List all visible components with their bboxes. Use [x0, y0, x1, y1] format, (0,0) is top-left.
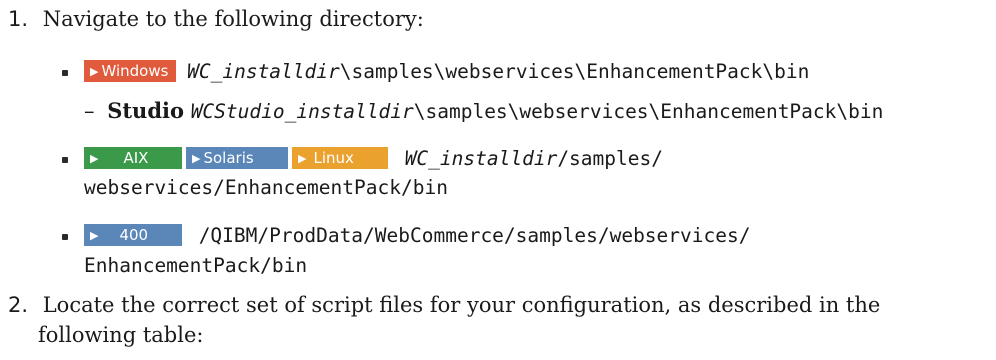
directory-path: /QIBM/ProdData/WebCommerce/samples/webse…: [198, 224, 751, 247]
triangle-right-icon: ▶: [90, 152, 99, 165]
studio-label: Studio: [107, 98, 184, 123]
triangle-right-icon: ▶: [192, 152, 201, 165]
path-rest: /samples/: [557, 147, 663, 170]
directory-path-continued: EnhancementPack/bin: [84, 254, 308, 277]
unix-path-item: ▶ AIX ▶ Solaris ▶ Linux WC_installdir/samples…: [84, 143, 663, 174]
directory-path: WC_installdir/samples/: [405, 147, 663, 170]
windows-platform-tag: ▶ Windows: [84, 60, 177, 82]
path-variable: WC_installdir: [404, 147, 558, 170]
windows-path-item: ▶ Windows WC_installdir\samples\webservic…: [84, 56, 809, 87]
step-text: Locate the correct set of script files f…: [42, 293, 881, 317]
triangle-right-icon: ▶: [90, 65, 99, 78]
step-text: Navigate to the following directory:: [42, 7, 424, 31]
step-1: 1. Navigate to the following directory:: [8, 4, 424, 34]
step-2: 2. Locate the correct set of script file…: [8, 290, 880, 320]
triangle-right-icon: ▶: [90, 229, 99, 242]
path-variable: WCStudio_installdir: [190, 100, 414, 123]
path-rest: \samples\webservices\EnhancementPack\bin: [339, 60, 810, 83]
directory-path: WCStudio_installdir\samples\webservices\…: [191, 100, 884, 123]
solaris-platform-tag: ▶ Solaris: [186, 147, 288, 169]
bullet-icon: [62, 157, 68, 163]
triangle-right-icon: ▶: [298, 152, 307, 165]
step-text-continued: following table:: [38, 323, 204, 347]
aix-platform-tag: ▶ AIX: [84, 147, 182, 169]
path-variable: WC_installdir: [187, 60, 340, 83]
dash-marker: –: [84, 99, 95, 123]
tag-label: AIX: [123, 149, 149, 167]
i400-platform-tag: ▶ 400: [84, 224, 182, 246]
linux-platform-tag: ▶ Linux: [292, 147, 388, 169]
directory-path-continued: webservices/EnhancementPack/bin: [84, 176, 448, 199]
tag-label: Windows: [101, 62, 169, 80]
bullet-icon: [62, 70, 68, 76]
bullet-icon: [62, 234, 68, 240]
step-number: 1.: [8, 7, 29, 31]
tag-label: Solaris: [203, 149, 254, 167]
i400-path-item: ▶ 400 /QIBM/ProdData/WebCommerce/samples/…: [84, 220, 750, 251]
studio-path-item: – Studio WCStudio_installdir\samples\web…: [84, 96, 883, 127]
tag-label: 400: [119, 226, 149, 244]
step-number: 2.: [8, 293, 29, 317]
path-rest: \samples\webservices\EnhancementPack\bin: [413, 100, 884, 123]
directory-path: WC_installdir\samples\webservices\Enhanc…: [187, 60, 809, 83]
tag-label: Linux: [313, 149, 354, 167]
